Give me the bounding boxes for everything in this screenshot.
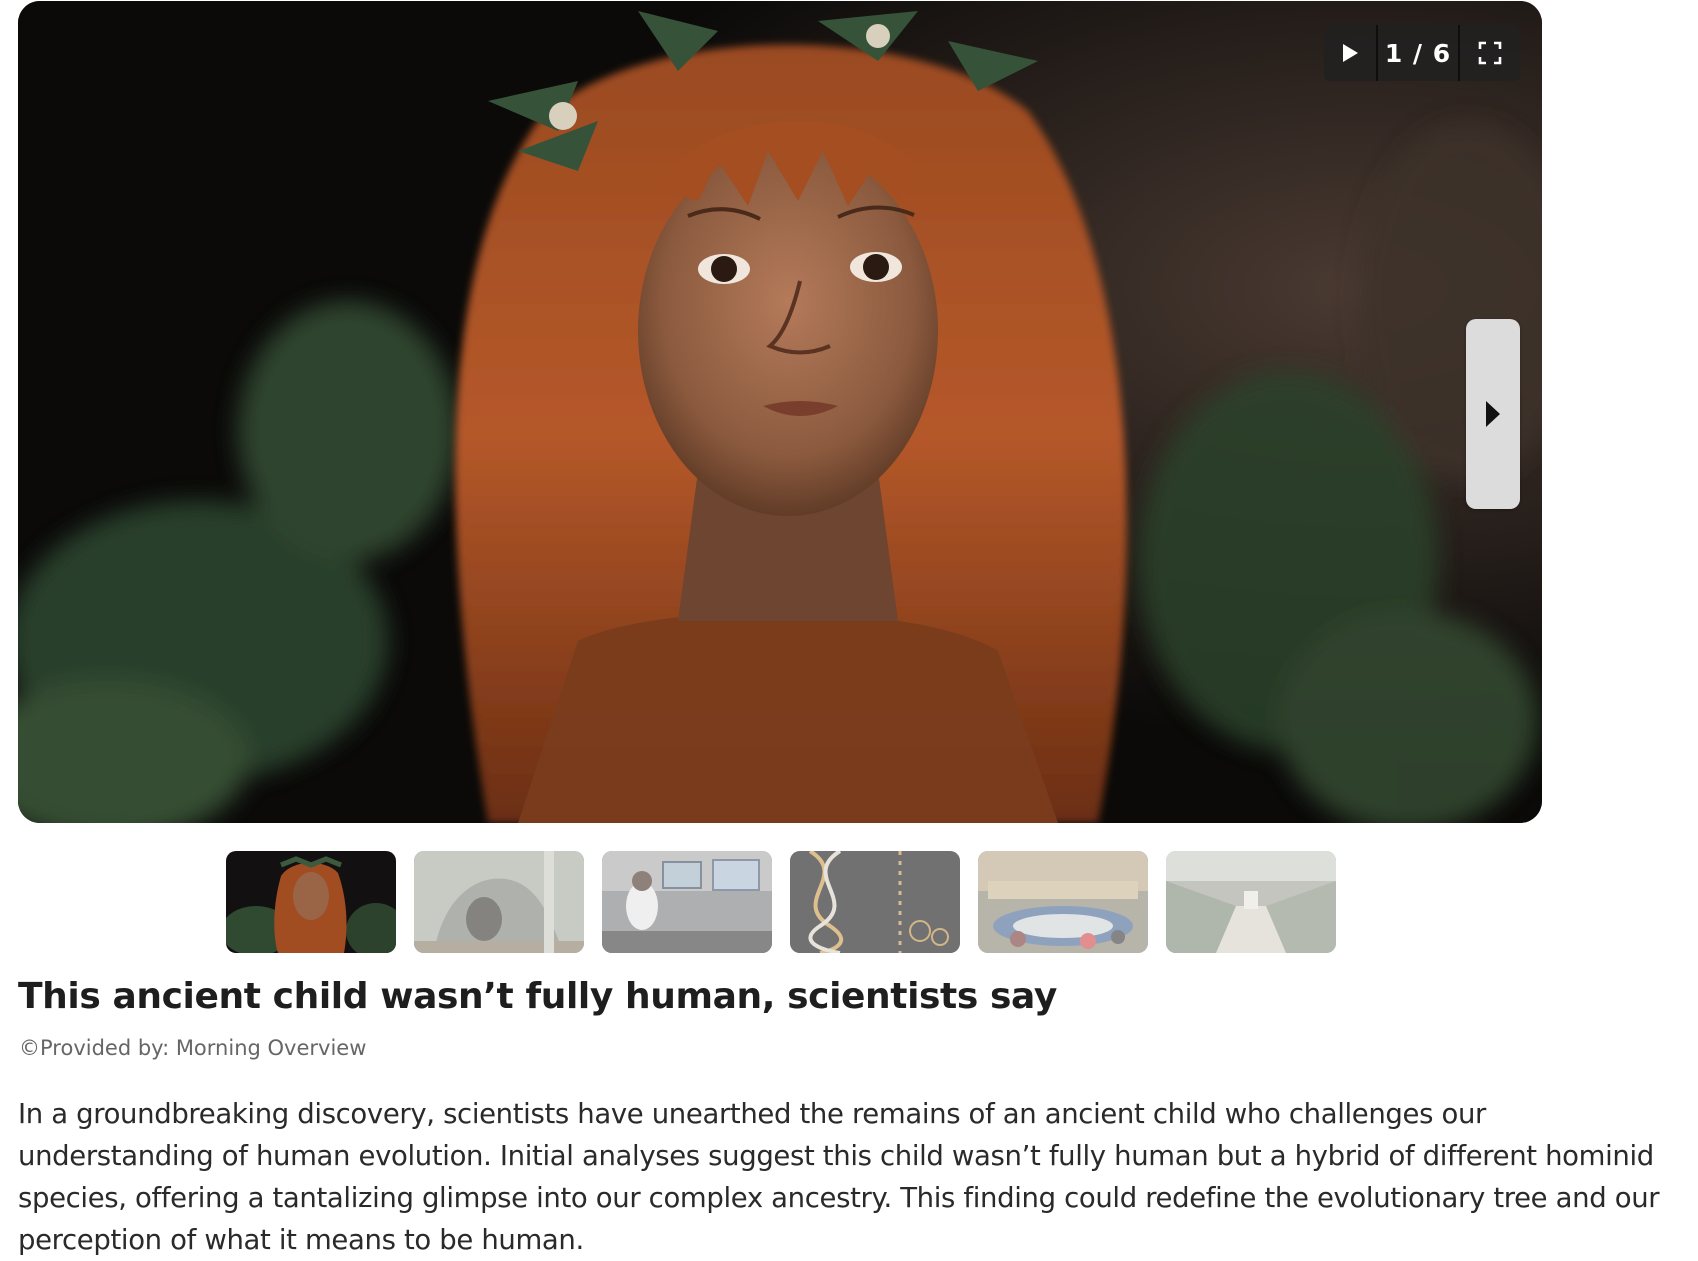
play-icon	[1343, 44, 1358, 62]
chevron-right-icon	[1486, 401, 1500, 427]
thumbnail-4[interactable]	[790, 851, 960, 953]
slide-image	[18, 1, 1542, 823]
article-body: In a groundbreaking discovery, scientist…	[18, 1098, 1660, 1256]
article-provider: ©Provided by: Morning Overview	[19, 1036, 367, 1060]
slideshow-controls: 1 / 6	[1324, 25, 1520, 81]
play-button[interactable]	[1324, 25, 1376, 81]
article-headline: This ancient child wasn’t fully human, s…	[18, 976, 1057, 1017]
next-slide-button[interactable]	[1466, 319, 1520, 509]
thumbnail-2[interactable]	[414, 851, 584, 953]
image-slideshow: 1 / 6	[18, 1, 1542, 823]
slide-counter: 1 / 6	[1376, 25, 1458, 81]
fullscreen-icon	[1478, 41, 1502, 65]
thumbnail-1[interactable]	[226, 851, 396, 953]
fullscreen-button[interactable]	[1458, 25, 1520, 81]
thumbnail-3[interactable]	[602, 851, 772, 953]
thumbnail-5[interactable]	[978, 851, 1148, 953]
thumbnail-strip	[226, 851, 1336, 953]
thumbnail-6[interactable]	[1166, 851, 1336, 953]
